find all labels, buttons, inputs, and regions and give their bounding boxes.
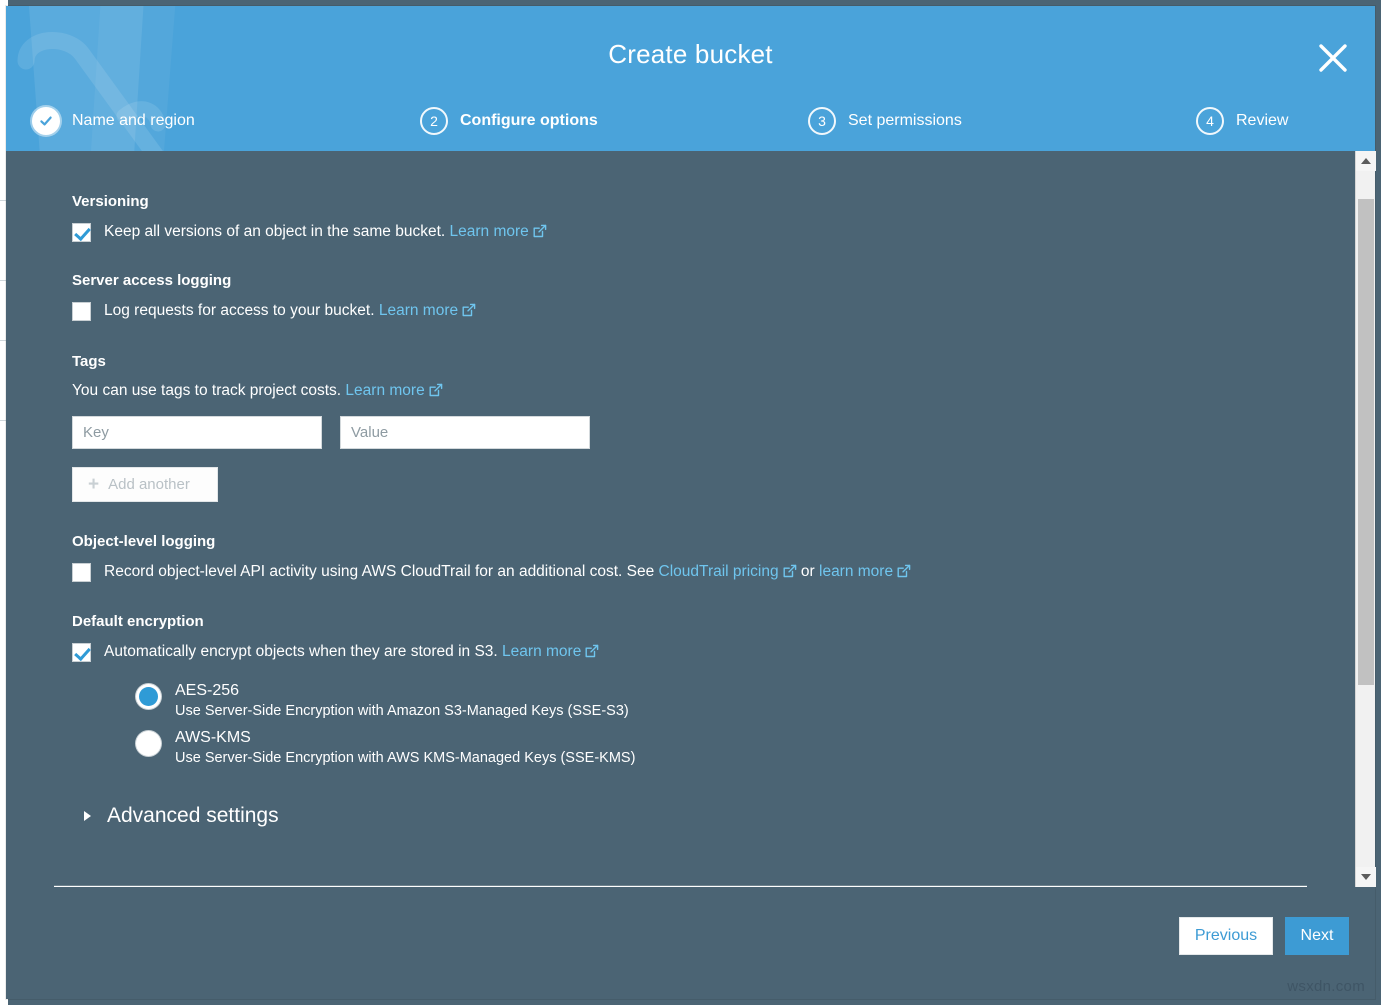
plus-icon: + [88,475,99,494]
step-4-label: Review [1236,112,1288,130]
close-icon[interactable] [1313,38,1353,78]
footer-buttons: Previous Next [1179,917,1349,955]
tags-description: You can use tags to track project costs.… [72,382,1355,402]
site-watermark: wsxdn.com [1287,978,1365,995]
server-access-logging-checkbox[interactable] [72,302,91,321]
step-2-label: Configure options [460,112,598,130]
cloudtrail-pricing-link[interactable]: CloudTrail pricing [659,563,779,580]
tag-input-row [72,416,1355,449]
object-level-logging-conjunction: or [801,563,815,580]
tags-description-text: You can use tags to track project costs. [72,382,341,399]
external-link-icon [429,383,443,402]
chevron-right-icon [84,811,91,821]
aes256-sublabel: Use Server-Side Encryption with Amazon S… [175,703,629,719]
wizard-step-configure-options[interactable]: 2 Configure options [420,105,808,137]
versioning-row: Keep all versions of an object in the sa… [72,222,1355,243]
dialog-header: Create bucket Name and region 2 Configur… [6,6,1375,151]
default-encryption-checkbox[interactable] [72,643,91,662]
default-encryption-row: Automatically encrypt objects when they … [72,642,1355,663]
next-button[interactable]: Next [1285,917,1349,955]
step-2-badge: 2 [420,107,448,135]
server-access-logging-title: Server access logging [72,272,1355,289]
external-link-icon [585,644,599,663]
wizard-step-set-permissions[interactable]: 3 Set permissions [808,105,1196,137]
encryption-option-aws-kms[interactable]: AWS-KMS Use Server-Side Encryption with … [136,729,1355,766]
tag-key-input[interactable] [72,416,322,449]
encryption-options: AES-256 Use Server-Side Encryption with … [72,682,1355,766]
tags-title: Tags [72,353,1355,370]
external-link-icon [533,224,547,243]
default-encryption-label-text: Automatically encrypt objects when they … [104,643,498,660]
object-level-logging-checkbox[interactable] [72,563,91,582]
wizard-steps: Name and region 2 Configure options 3 Se… [6,105,1375,137]
wizard-step-name-and-region[interactable]: Name and region [32,105,420,137]
scroll-up-arrow-icon [1361,158,1371,164]
advanced-settings-toggle[interactable]: Advanced settings [72,804,1355,828]
previous-button[interactable]: Previous [1179,917,1273,955]
default-encryption-title: Default encryption [72,613,1355,630]
step-3-label: Set permissions [848,112,962,130]
versioning-checkbox[interactable] [72,223,91,242]
aws-kms-label: AWS-KMS [175,729,635,747]
aes256-label: AES-256 [175,682,629,700]
versioning-label-text: Keep all versions of an object in the sa… [104,223,445,240]
section-object-level-logging: Object-level logging Record object-level… [72,533,1355,583]
object-level-logging-row: Record object-level API activity using A… [72,562,1355,583]
external-link-icon [783,564,797,583]
step-1-label: Name and region [72,112,195,130]
wizard-step-review[interactable]: 4 Review [1196,105,1288,137]
aws-kms-radio[interactable] [136,731,161,756]
versioning-title: Versioning [72,193,1355,210]
step-1-badge-check-icon [32,107,60,135]
options-form: Versioning Keep all versions of an objec… [6,151,1355,887]
section-default-encryption: Default encryption Automatically encrypt… [72,613,1355,765]
vertical-scrollbar[interactable] [1355,151,1375,887]
versioning-learn-more-link[interactable]: Learn more [450,223,529,240]
create-bucket-dialog: Create bucket Name and region 2 Configur… [6,6,1375,999]
scroll-up-button[interactable] [1356,151,1376,171]
encryption-option-aes256[interactable]: AES-256 Use Server-Side Encryption with … [136,682,1355,719]
section-versioning: Versioning Keep all versions of an objec… [72,193,1355,243]
external-link-icon [462,303,476,322]
step-4-badge: 4 [1196,107,1224,135]
scroll-down-button[interactable] [1356,867,1376,887]
aws-kms-text: AWS-KMS Use Server-Side Encryption with … [175,729,635,766]
dialog-footer: Previous Next wsxdn.com [6,887,1375,999]
object-level-logging-title: Object-level logging [72,533,1355,550]
server-access-logging-label-text: Log requests for access to your bucket. [104,302,375,319]
scroll-down-arrow-icon [1361,874,1371,880]
advanced-settings-label: Advanced settings [107,804,279,828]
tags-learn-more-link[interactable]: Learn more [345,382,424,399]
server-access-logging-checkbox-label: Log requests for access to your bucket. … [104,301,476,322]
object-level-logging-label-text: Record object-level API activity using A… [104,563,654,580]
default-encryption-learn-more-link[interactable]: Learn more [502,643,581,660]
server-access-logging-learn-more-link[interactable]: Learn more [379,302,458,319]
versioning-checkbox-label: Keep all versions of an object in the sa… [104,222,547,243]
aes256-radio[interactable] [136,684,161,709]
external-link-icon [897,564,911,583]
section-tags: Tags You can use tags to track project c… [72,353,1355,502]
tag-value-input[interactable] [340,416,590,449]
add-another-label: Add another [108,476,190,493]
dialog-title: Create bucket [6,39,1375,70]
add-another-tag-button[interactable]: + Add another [72,467,218,502]
object-level-logging-learn-more-link[interactable]: learn more [819,563,893,580]
server-access-logging-row: Log requests for access to your bucket. … [72,301,1355,322]
object-level-logging-checkbox-label: Record object-level API activity using A… [104,562,911,583]
aws-kms-sublabel: Use Server-Side Encryption with AWS KMS-… [175,750,635,766]
section-server-access-logging: Server access logging Log requests for a… [72,272,1355,322]
scrollbar-thumb[interactable] [1358,199,1374,685]
aes256-text: AES-256 Use Server-Side Encryption with … [175,682,629,719]
default-encryption-checkbox-label: Automatically encrypt objects when they … [104,642,599,663]
dialog-body: Versioning Keep all versions of an objec… [6,151,1375,887]
step-3-badge: 3 [808,107,836,135]
